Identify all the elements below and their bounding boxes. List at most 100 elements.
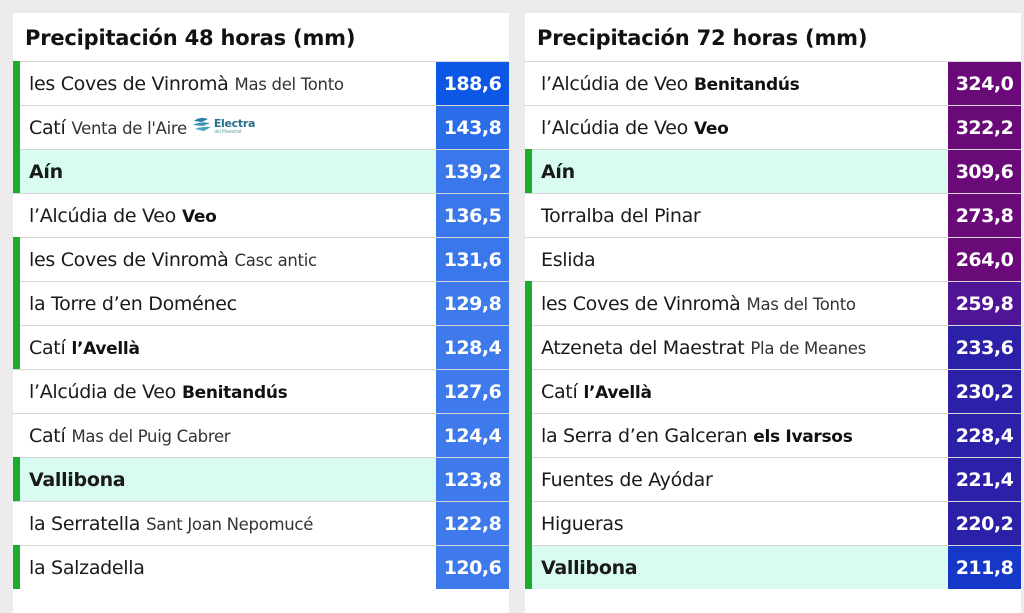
municipality-name: la Salzadella: [29, 557, 145, 579]
table-row[interactable]: Fuentes de Ayódar 221,4: [525, 457, 1021, 501]
location-cell: Higueras: [541, 502, 624, 545]
precipitation-value: 124,4: [436, 414, 509, 457]
municipality-name: la Serratella: [29, 513, 141, 535]
location-cell: Atzeneta del Maestrat Pla de Meanes: [541, 326, 866, 369]
location-cell: la Serratella Sant Joan Nepomucé: [29, 502, 313, 545]
location-cell: l’Alcúdia de Veo Veo: [29, 194, 217, 237]
precipitation-value: 136,5: [436, 194, 509, 237]
station-marker: [13, 325, 20, 369]
location-cell: Catí l’Avellà: [541, 370, 652, 413]
location-cell: les Coves de Vinromà Mas del Tonto: [29, 62, 344, 105]
precipitation-value: 122,8: [436, 502, 509, 545]
table-row[interactable]: les Coves de Vinromà Mas del Tonto 259,8: [525, 281, 1021, 325]
municipality-name: Catí: [29, 337, 66, 359]
location-cell: l’Alcúdia de Veo Veo: [541, 106, 729, 149]
municipality-name: Vallibona: [29, 469, 126, 491]
station-name: Casc antic: [234, 251, 318, 270]
municipality-name: l’Alcúdia de Veo: [29, 205, 176, 227]
table-row[interactable]: Aín 309,6: [525, 149, 1021, 193]
table-row[interactable]: la Serratella Sant Joan Nepomucé 122,8: [13, 501, 509, 545]
precipitation-value: 139,2: [436, 150, 509, 193]
location-cell: les Coves de Vinromà Mas del Tonto: [541, 282, 856, 325]
station-marker: [525, 369, 532, 413]
ranking-list-48h: les Coves de Vinromà Mas del Tonto 188,6 Ca…: [13, 61, 509, 589]
location-cell: Vallibona: [541, 546, 638, 589]
precip-48h-panel: Precipitación 48 horas (mm) les Coves de…: [13, 13, 509, 613]
municipality-name: Higueras: [541, 513, 624, 535]
table-row[interactable]: la Salzadella 120,6: [13, 545, 509, 589]
station-name: Benitandús: [181, 383, 288, 403]
table-row[interactable]: Atzeneta del Maestrat Pla de Meanes 233,6: [525, 325, 1021, 369]
station-marker: [525, 457, 532, 501]
table-row[interactable]: Catí Mas del Puig Cabrer 124,4: [13, 413, 509, 457]
station-name: Mas del Puig Cabrer: [71, 427, 231, 446]
table-row[interactable]: les Coves de Vinromà Mas del Tonto 188,6: [13, 61, 509, 105]
station-name: Mas del Tonto: [234, 75, 344, 94]
station-name: els Ivarsos: [753, 427, 853, 447]
municipality-name: la Torre d’en Doménec: [29, 293, 237, 315]
municipality-name: Catí: [541, 381, 578, 403]
precipitation-value: 143,8: [436, 106, 509, 149]
table-row[interactable]: Aín 139,2: [13, 149, 509, 193]
table-row[interactable]: l’Alcúdia de Veo Veo 136,5: [13, 193, 509, 237]
precipitation-value: 129,8: [436, 282, 509, 325]
municipality-name: Catí: [29, 425, 66, 447]
table-row[interactable]: la Serra d’en Galceran els Ivarsos 228,4: [525, 413, 1021, 457]
electra-swirl-icon: [192, 117, 211, 131]
table-row[interactable]: les Coves de Vinromà Casc antic 131,6: [13, 237, 509, 281]
table-row[interactable]: Torralba del Pinar 273,8: [525, 193, 1021, 237]
location-cell: Catí l’Avellà: [29, 326, 140, 369]
table-row[interactable]: l’Alcúdia de Veo Benitandús 127,6: [13, 369, 509, 413]
station-marker: [525, 501, 532, 545]
location-cell: Eslida: [541, 238, 596, 281]
municipality-name: la Serra d’en Galceran: [541, 425, 748, 447]
station-name: Veo: [181, 207, 217, 227]
location-cell: les Coves de Vinromà Casc antic: [29, 238, 317, 281]
municipality-name: Vallibona: [541, 557, 638, 579]
municipality-name: Aín: [541, 161, 575, 183]
station-marker: [525, 281, 532, 325]
location-cell: l’Alcúdia de Veo Benitandús: [541, 62, 800, 105]
station-name: Mas del Tonto: [746, 295, 856, 314]
location-cell: l’Alcúdia de Veo Benitandús: [29, 370, 288, 413]
municipality-name: Catí: [29, 117, 66, 139]
municipality-name: les Coves de Vinromà: [29, 73, 229, 95]
station-marker: [525, 325, 532, 369]
ranking-list-72h: l’Alcúdia de Veo Benitandús 324,0 l’Alcúdia…: [525, 61, 1021, 589]
location-cell: la Torre d’en Doménec: [29, 282, 237, 325]
electra-logo-icon: Electra del Maestrat: [192, 104, 255, 148]
location-cell: Aín: [29, 150, 63, 193]
precip-72h-panel: Precipitación 72 horas (mm) l’Alcúdia de…: [525, 13, 1021, 613]
station-marker: [13, 61, 20, 105]
table-row[interactable]: Vallibona 211,8: [525, 545, 1021, 589]
location-cell: Catí Mas del Puig Cabrer: [29, 414, 231, 457]
table-row[interactable]: Vallibona 123,8: [13, 457, 509, 501]
table-row[interactable]: Catí l’Avellà 230,2: [525, 369, 1021, 413]
municipality-name: Aín: [29, 161, 63, 183]
table-row[interactable]: Higueras 220,2: [525, 501, 1021, 545]
station-marker: [13, 281, 20, 325]
table-row[interactable]: l’Alcúdia de Veo Veo 322,2: [525, 105, 1021, 149]
station-marker: [13, 149, 20, 193]
table-row[interactable]: la Torre d’en Doménec 129,8: [13, 281, 509, 325]
precipitation-value: 221,4: [948, 458, 1021, 501]
municipality-name: Torralba del Pinar: [541, 205, 701, 227]
municipality-name: Eslida: [541, 249, 596, 271]
table-row[interactable]: Catí l’Avellà 128,4: [13, 325, 509, 369]
station-name: l’Avellà: [71, 339, 140, 359]
precipitation-value: 273,8: [948, 194, 1021, 237]
municipality-name: les Coves de Vinromà: [29, 249, 229, 271]
table-row[interactable]: Eslida 264,0: [525, 237, 1021, 281]
station-marker: [13, 237, 20, 281]
table-row[interactable]: l’Alcúdia de Veo Benitandús 324,0: [525, 61, 1021, 105]
station-name: l’Avellà: [583, 383, 652, 403]
precipitation-value: 324,0: [948, 62, 1021, 105]
precipitation-value: 128,4: [436, 326, 509, 369]
panel-title-48h: Precipitación 48 horas (mm): [25, 26, 356, 50]
precipitation-value: 230,2: [948, 370, 1021, 413]
precipitation-value: 259,8: [948, 282, 1021, 325]
precipitation-value: 309,6: [948, 150, 1021, 193]
table-row[interactable]: Catí Venta de l'Aire Electra del Maestrat 14…: [13, 105, 509, 149]
location-cell: Torralba del Pinar: [541, 194, 701, 237]
municipality-name: Atzeneta del Maestrat: [541, 337, 745, 359]
